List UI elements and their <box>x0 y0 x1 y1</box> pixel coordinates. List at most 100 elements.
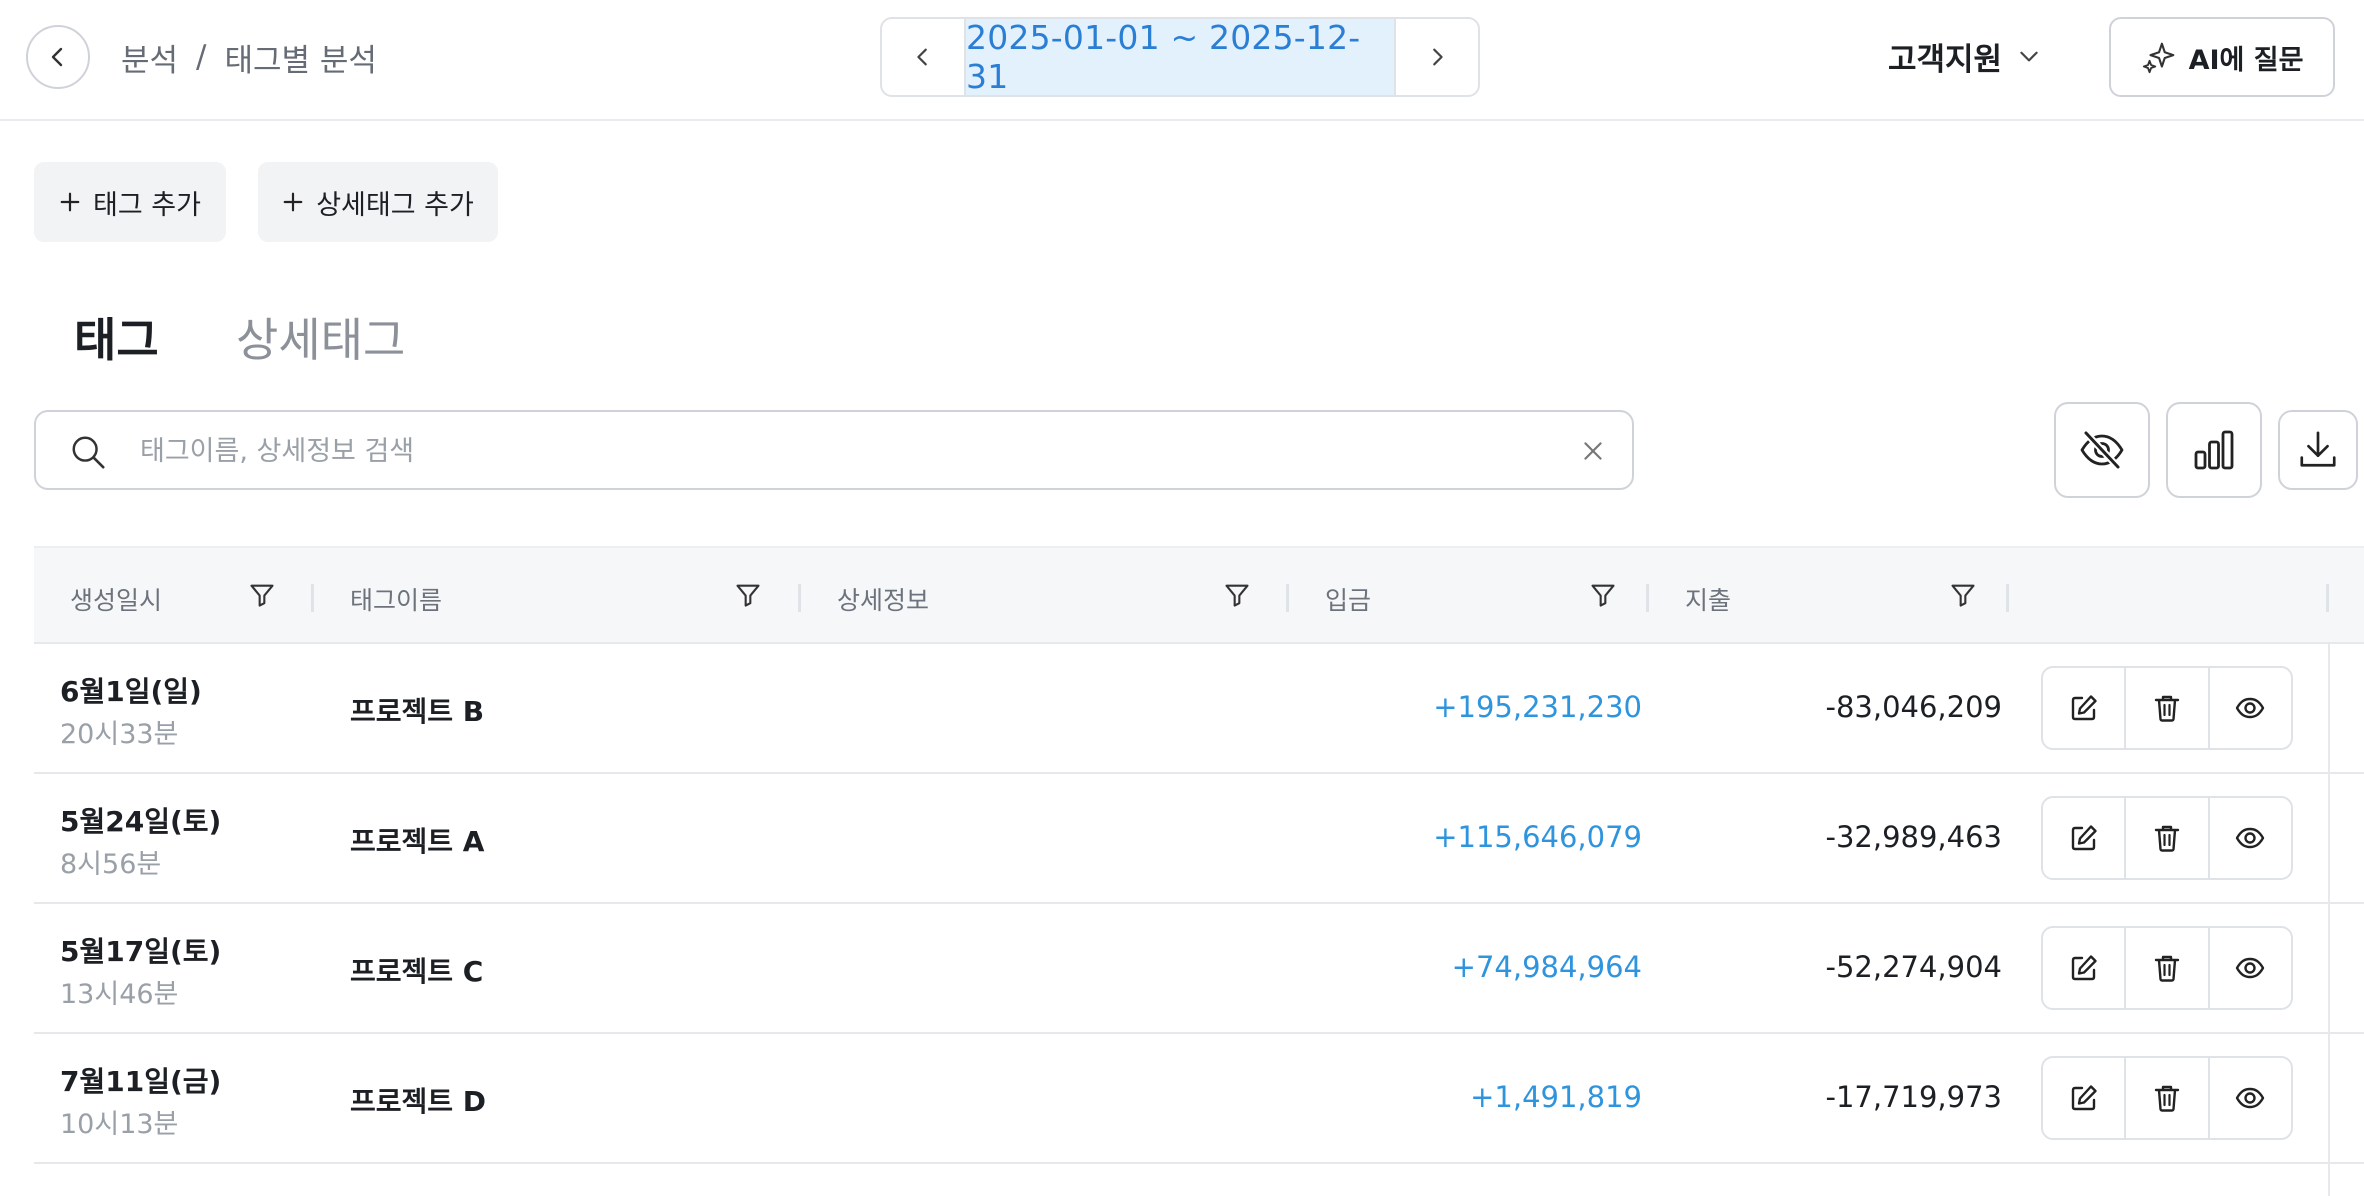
eye-off-icon <box>2080 429 2124 471</box>
chevron-left-icon <box>917 48 927 66</box>
chevron-right-icon <box>1433 48 1443 66</box>
column-header-tag-name: 태그이름 <box>314 548 801 644</box>
view-button[interactable] <box>2207 928 2291 1008</box>
trash-icon <box>2154 825 2180 852</box>
tab-detail-tag[interactable]: 상세태그 <box>236 304 405 367</box>
row-tag-name: 프로젝트 C <box>350 955 484 988</box>
table-header: 생성일시 태그이름 상세정보 입금 지출 <box>34 546 2364 644</box>
support-dropdown[interactable]: 고객지원 <box>1888 30 2042 82</box>
date-prev-button[interactable] <box>882 19 964 95</box>
bar-chart-icon <box>2194 430 2234 470</box>
edit-button[interactable] <box>2043 798 2124 878</box>
eye-icon <box>2236 1087 2265 1109</box>
download-icon <box>2300 431 2336 467</box>
column-label: 지출 <box>1685 586 1732 615</box>
filter-icon[interactable] <box>1949 581 1977 609</box>
row-time: 20시33분 <box>60 719 179 750</box>
table-row[interactable]: 7월11일(금) 10시13분 프로젝트 D +1,491,819 -17,71… <box>34 1034 2364 1164</box>
table-row[interactable]: 5월17일(토) 13시46분 프로젝트 C +74,984,964 -52,2… <box>34 904 2364 1034</box>
row-date: 5월24일(토) <box>60 805 222 838</box>
ask-ai-label: AI에 질문 <box>2188 44 2304 76</box>
view-button[interactable] <box>2207 1058 2291 1138</box>
column-label: 입금 <box>1325 586 1372 615</box>
chevron-left-icon <box>51 47 63 67</box>
ask-ai-button[interactable]: AI에 질문 <box>2109 17 2335 97</box>
row-tag-name: 프로젝트 A <box>350 825 485 858</box>
date-range-label[interactable]: 2025-01-01 ~ 2025-12-31 <box>964 19 1396 95</box>
view-button[interactable] <box>2207 798 2291 878</box>
breadcrumb: 분석 / 태그별 분석 <box>121 33 377 81</box>
plus-icon <box>60 192 80 212</box>
edit-icon <box>2071 955 2097 981</box>
column-label: 태그이름 <box>350 586 443 615</box>
chevron-down-icon <box>2020 51 2038 62</box>
filter-icon[interactable] <box>1223 581 1251 609</box>
column-label: 상세정보 <box>837 586 930 615</box>
date-range-picker: 2025-01-01 ~ 2025-12-31 <box>880 17 1480 97</box>
row-date: 6월1일(일) <box>60 675 202 708</box>
edit-icon <box>2071 695 2097 721</box>
column-header-created: 생성일시 <box>34 548 314 644</box>
download-button[interactable] <box>2278 410 2358 490</box>
trash-icon <box>2154 955 2180 982</box>
table-scroll-track[interactable] <box>2328 644 2330 1196</box>
plus-icon <box>283 192 303 212</box>
top-header: 분석 / 태그별 분석 2025-01-01 ~ 2025-12-31 고객지원… <box>0 0 2364 121</box>
table-row[interactable]: 6월1일(일) 20시33분 프로젝트 B +195,231,230 -83,0… <box>34 644 2364 774</box>
date-next-button[interactable] <box>1396 19 1478 95</box>
table-body: 6월1일(일) 20시33분 프로젝트 B +195,231,230 -83,0… <box>34 644 2364 1164</box>
row-expense: -83,046,209 <box>1825 690 2002 724</box>
row-date: 7월11일(금) <box>60 1065 222 1098</box>
chart-view-button[interactable] <box>2166 402 2262 498</box>
row-time: 13시46분 <box>60 979 179 1010</box>
breadcrumb-separator: / <box>196 39 207 75</box>
delete-button[interactable] <box>2124 668 2207 748</box>
edit-button[interactable] <box>2043 928 2124 1008</box>
row-time: 8시56분 <box>60 849 162 880</box>
edit-button[interactable] <box>2043 1058 2124 1138</box>
breadcrumb-current: 태그별 분석 <box>224 42 377 79</box>
back-button[interactable] <box>26 25 90 89</box>
add-detail-tag-label: 상세태그 추가 <box>316 189 474 221</box>
delete-button[interactable] <box>2124 798 2207 878</box>
column-label: 생성일시 <box>70 586 163 615</box>
add-tag-label: 태그 추가 <box>93 189 201 221</box>
row-actions <box>2041 1056 2293 1140</box>
edit-icon <box>2071 1085 2097 1111</box>
row-expense: -17,719,973 <box>1825 1080 2002 1114</box>
row-actions <box>2041 796 2293 880</box>
edit-icon <box>2071 825 2097 851</box>
row-expense: -32,989,463 <box>1825 820 2002 854</box>
row-time: 10시13분 <box>60 1109 179 1140</box>
filter-icon[interactable] <box>248 581 276 609</box>
row-income: +115,646,079 <box>1433 820 1642 854</box>
column-divider[interactable] <box>2326 584 2329 612</box>
trash-icon <box>2154 695 2180 722</box>
search-icon <box>72 436 105 469</box>
eye-icon <box>2236 697 2265 719</box>
edit-button[interactable] <box>2043 668 2124 748</box>
toggle-hidden-button[interactable] <box>2054 402 2150 498</box>
column-header-actions <box>2009 548 2329 644</box>
row-actions <box>2041 666 2293 750</box>
delete-button[interactable] <box>2124 1058 2207 1138</box>
row-tag-name: 프로젝트 D <box>350 1085 487 1118</box>
filter-icon[interactable] <box>734 581 762 609</box>
table-row[interactable]: 5월24일(토) 8시56분 프로젝트 A +115,646,079 -32,9… <box>34 774 2364 904</box>
delete-button[interactable] <box>2124 928 2207 1008</box>
add-detail-tag-button[interactable]: 상세태그 추가 <box>258 162 498 242</box>
tab-tag[interactable]: 태그 <box>74 304 159 367</box>
support-label: 고객지원 <box>1888 41 2003 78</box>
filter-icon[interactable] <box>1589 581 1617 609</box>
search-input[interactable] <box>140 426 1540 476</box>
view-button[interactable] <box>2207 668 2291 748</box>
add-tag-button[interactable]: 태그 추가 <box>34 162 226 242</box>
clear-icon[interactable] <box>1580 438 1606 464</box>
row-income: +195,231,230 <box>1433 690 1642 724</box>
search-box <box>34 410 1634 490</box>
row-tag-name: 프로젝트 B <box>350 695 485 728</box>
breadcrumb-parent[interactable]: 분석 <box>121 35 178 80</box>
eye-icon <box>2236 827 2265 849</box>
row-date: 5월17일(토) <box>60 935 222 968</box>
trash-icon <box>2154 1085 2180 1112</box>
